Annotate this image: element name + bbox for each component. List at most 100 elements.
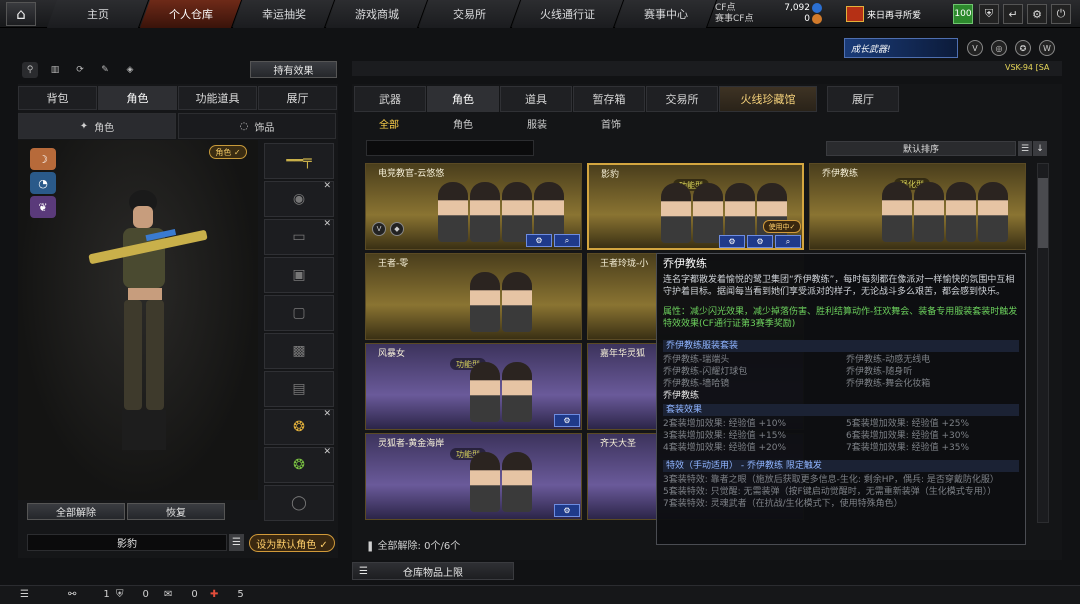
home-icon[interactable]: ⌂	[6, 2, 36, 26]
list-view-icon[interactable]: ☰	[1018, 141, 1032, 156]
remove-icon[interactable]: ✕	[323, 409, 331, 419]
friends-item[interactable]: ⛨ 0	[116, 589, 149, 600]
filter-all[interactable]: 全部	[364, 115, 414, 131]
bag-icon[interactable]: ◈	[122, 62, 138, 78]
equip-button[interactable]: ⚙	[719, 235, 745, 248]
set-default-button[interactable]: 设为默认角色 ✓	[249, 534, 335, 552]
list-icon[interactable]: ☰	[229, 534, 244, 551]
off-toggle-icon[interactable]: ⚲	[22, 62, 38, 78]
slot-top[interactable]: ▢	[264, 295, 334, 331]
character-name-field[interactable]: 影豹	[27, 534, 227, 551]
subtab-accessory[interactable]: ◌ 饰品	[178, 113, 336, 139]
equip-button[interactable]: ⚙	[554, 414, 580, 427]
character-preview[interactable]	[18, 140, 258, 500]
level-badge: 100	[953, 4, 973, 24]
nav-tab-events[interactable]: 赛事中心	[614, 0, 718, 28]
filter-clothing[interactable]: 服装	[512, 115, 562, 131]
remove-icon[interactable]: ✕	[323, 219, 331, 229]
card-item[interactable]: 灵狐者-黄金海岸 功能型 ⚙	[365, 433, 582, 520]
subtab-role[interactable]: ✦ 角色	[18, 113, 176, 139]
tooltip-special: 3套装特效: 靠者之眼（施放后获取更多信息-生化: 剩余HP，偶兵: 是否穿戴防…	[663, 475, 999, 509]
tooltip-special-title: 特效（手动适用） - 乔伊教练 限定触发	[663, 460, 1019, 472]
slot-goggles[interactable]: ▭ ✕	[264, 219, 334, 255]
right-tab-collection[interactable]: 火线珍藏馆	[719, 86, 817, 112]
mask-icon[interactable]: ◔	[30, 172, 56, 194]
emblem-icon[interactable]: ◎	[991, 40, 1007, 56]
slot-pants[interactable]: ▤	[264, 371, 334, 407]
storage-limit-button[interactable]: ☰ 仓库物品上限	[352, 562, 514, 580]
hair-icon[interactable]: ☽	[30, 148, 56, 170]
gear-icon[interactable]: ⚙	[747, 235, 773, 248]
slot-bracelet[interactable]: ◯	[264, 485, 334, 521]
slot-weapon[interactable]: ━━╤	[264, 143, 334, 179]
equip-button[interactable]: ⚙	[526, 234, 552, 247]
right-tab-exchange[interactable]: 交易所	[646, 86, 718, 112]
menu-icon[interactable]: ☰	[20, 589, 29, 600]
slot-ring2[interactable]: ❂ ✕	[264, 447, 334, 483]
slot-helmet[interactable]: ◉ ✕	[264, 181, 334, 217]
stats-icon[interactable]: ▥	[47, 62, 63, 78]
filter-roles[interactable]: 角色	[438, 115, 488, 131]
card-item[interactable]: 王者-零	[365, 253, 582, 340]
right-tab-items[interactable]: 道具	[500, 86, 572, 112]
gift-icon: ✚	[210, 589, 219, 600]
search-input[interactable]	[366, 140, 534, 156]
chat-item[interactable]: ✉ 0	[164, 589, 198, 600]
card-item[interactable]: 影豹 功能型 使用中✓ ⚙ ⚙ ⌕	[587, 163, 804, 250]
restore-button[interactable]: 恢复	[127, 503, 225, 520]
scrollbar-thumb[interactable]	[1038, 178, 1048, 248]
left-tab-role[interactable]: 角色	[98, 86, 177, 110]
sort-arrow-icon[interactable]: ↓	[1033, 141, 1047, 156]
remove-icon[interactable]: ✕	[323, 181, 331, 191]
crest-icon[interactable]: ✪	[1015, 40, 1031, 56]
nav-tab-home[interactable]: 主页	[46, 0, 150, 28]
card-item[interactable]: 电竞教官-云悠悠 V ◆ ⚙ ⌕	[365, 163, 582, 250]
wing-icon[interactable]: ❦	[30, 196, 56, 218]
tooltip-attribute: 属性：减少闪光效果，减少掉落伤害、胜利结算动作-狂欢舞会、装备专用服装套装时触发…	[663, 307, 1018, 329]
right-tab-weapons[interactable]: 武器	[354, 86, 426, 112]
equip-button[interactable]: ⚙	[554, 504, 580, 517]
card-item[interactable]: 乔伊教练 强化型	[809, 163, 1026, 250]
shirt-icon: ▢	[292, 305, 306, 321]
slot-vest[interactable]: ▣	[264, 257, 334, 293]
card-item[interactable]: 风暴女 功能型 ⚙	[365, 343, 582, 430]
nav-tab-warehouse[interactable]: 个人仓库	[139, 0, 243, 28]
badge-icon[interactable]: V	[967, 40, 983, 56]
refresh-icon[interactable]: ⟳	[72, 62, 88, 78]
slot-armor[interactable]: ▩	[264, 333, 334, 369]
nav-tab-shop[interactable]: 游戏商城	[325, 0, 429, 28]
release-all-button[interactable]: 全部解除	[27, 503, 125, 520]
user-info[interactable]: 来日再寻所爱	[846, 5, 946, 23]
role-badge[interactable]: 角色 ✓	[209, 145, 247, 159]
slot-ring1[interactable]: ❂ ✕	[264, 409, 334, 445]
tooltip-effects: 2套装增加效果: 经验值 +10% 5套装增加效果: 经验值 +25% 3套装增…	[663, 419, 970, 453]
left-tab-items[interactable]: 功能道具	[178, 86, 257, 110]
growth-weapon-banner[interactable]: 成长武器!	[844, 38, 958, 58]
right-tab-roles[interactable]: 角色	[427, 86, 499, 112]
left-tab-gallery[interactable]: 展厅	[258, 86, 337, 110]
return-icon[interactable]: ↵	[1003, 4, 1023, 24]
messages-item[interactable]: ⚯ 1	[68, 589, 110, 600]
nav-tab-lottery[interactable]: 幸运抽奖	[232, 0, 336, 28]
left-tab-backpack[interactable]: 背包	[18, 86, 97, 110]
rifle-icon: ━━╤	[286, 153, 312, 169]
effects-button[interactable]: 持有效果	[250, 61, 337, 78]
cf-point-icon	[812, 3, 822, 13]
gift-item[interactable]: ✚ 5	[210, 589, 244, 600]
nav-tab-pass[interactable]: 火线通行证	[511, 0, 625, 28]
search-icon[interactable]: ⌕	[554, 234, 580, 247]
power-icon[interactable]: ⏻	[1051, 4, 1071, 24]
role-icon: ✦	[79, 120, 89, 132]
tools-icon[interactable]: ✎	[97, 62, 113, 78]
search-icon[interactable]: ⌕	[775, 235, 801, 248]
shield-icon[interactable]: ⛨	[979, 4, 999, 24]
right-tab-gallery[interactable]: 展厅	[827, 86, 899, 112]
right-tab-storage[interactable]: 暂存箱	[573, 86, 645, 112]
remove-icon[interactable]: ✕	[323, 447, 331, 457]
gear-icon[interactable]: ⚙	[1027, 4, 1047, 24]
nav-tab-exchange[interactable]: 交易所	[418, 0, 522, 28]
filter-jewelry[interactable]: 首饰	[586, 115, 636, 131]
cf-labels: CF点 赛事CF点	[715, 3, 754, 24]
sort-dropdown[interactable]: 默认排序	[826, 141, 1016, 156]
logo-icon[interactable]: W	[1039, 40, 1055, 56]
